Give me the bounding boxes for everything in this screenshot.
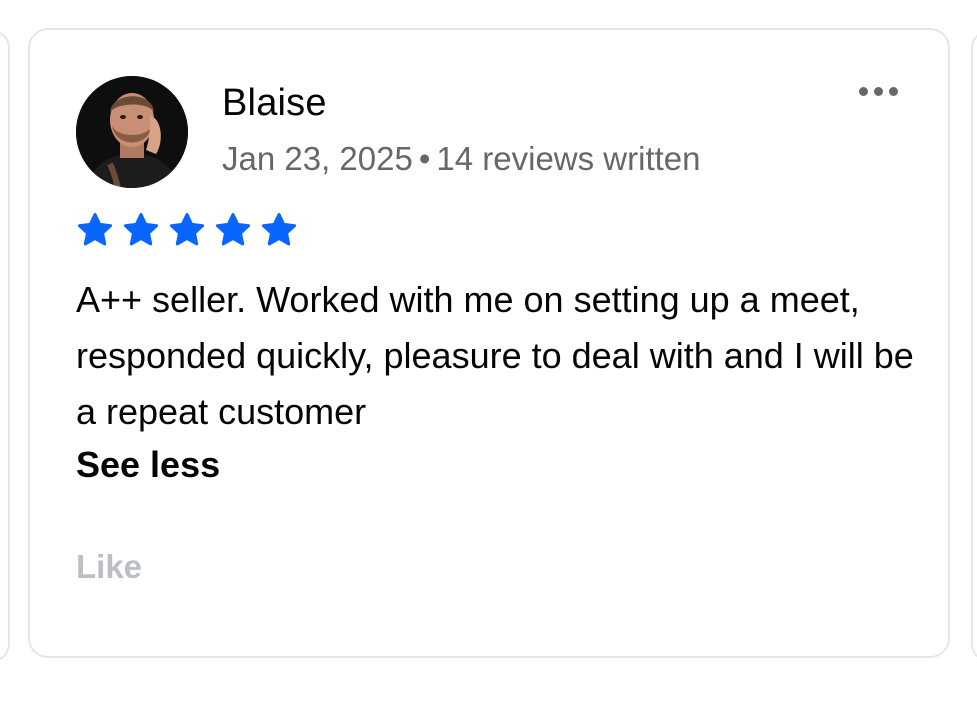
star-icon: [76, 212, 114, 248]
star-icon: [214, 212, 252, 248]
star-rating: [76, 212, 298, 248]
more-horizontal-icon-dot: [873, 86, 883, 96]
star-icon: [168, 212, 206, 248]
more-options-button[interactable]: [848, 76, 908, 106]
more-horizontal-icon-dot: [888, 86, 898, 96]
review-text: A++ seller. Worked with me on setting up…: [76, 279, 914, 432]
reviews-written-count: 14 reviews written: [436, 140, 701, 177]
more-horizontal-icon: [858, 86, 868, 96]
reviewer-name[interactable]: Blaise: [222, 82, 327, 125]
meta-separator: •: [418, 140, 431, 177]
avatar[interactable]: [76, 76, 188, 188]
next-review-card[interactable]: [971, 30, 977, 662]
review-meta: Jan 23, 2025 • 14 reviews written: [222, 140, 701, 178]
previous-review-card[interactable]: [0, 30, 10, 662]
like-button[interactable]: Like: [76, 548, 142, 586]
review-date: Jan 23, 2025: [222, 140, 413, 177]
see-less-button[interactable]: See less: [76, 444, 220, 486]
review-screen: Blaise Jan 23, 2025 • 14 reviews written A…: [0, 0, 977, 702]
review-card: Blaise Jan 23, 2025 • 14 reviews written A…: [28, 28, 950, 658]
star-icon: [122, 212, 160, 248]
star-icon: [260, 212, 298, 248]
